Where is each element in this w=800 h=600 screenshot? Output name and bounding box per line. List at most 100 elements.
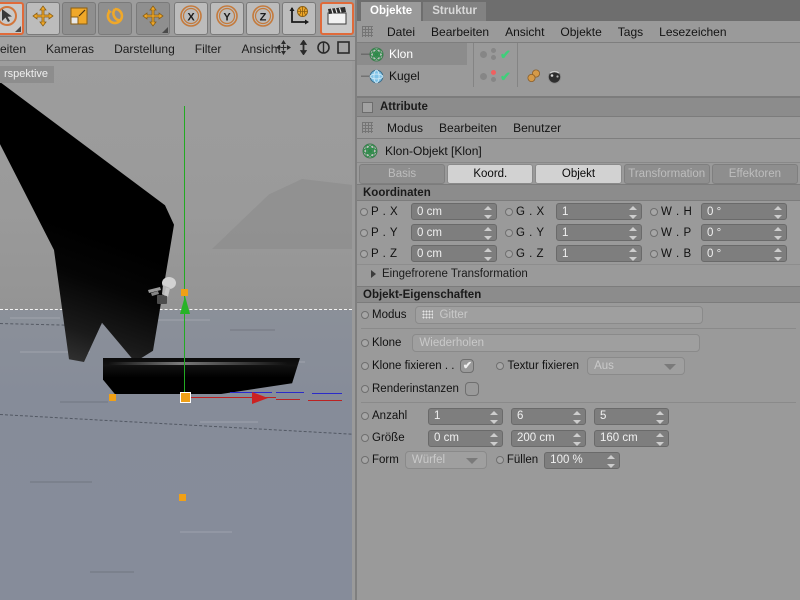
axis-y-arrow[interactable]: [180, 296, 190, 314]
menu-grip-handle[interactable]: [362, 122, 373, 133]
spinner-position-z[interactable]: [484, 248, 492, 261]
objmenu-datei[interactable]: Datei: [379, 25, 423, 39]
editor-visibility-dot[interactable]: [480, 50, 487, 58]
tool-flyout-corner[interactable]: [162, 26, 168, 33]
spinner-anzahl-z[interactable]: [656, 410, 664, 424]
rotate-icon[interactable]: [316, 40, 331, 55]
dropdown-form[interactable]: Würfel: [404, 451, 487, 469]
param-radio-klone[interactable]: [361, 338, 369, 347]
param-radio-gx[interactable]: [505, 207, 513, 216]
scale-tool-button[interactable]: [62, 1, 96, 35]
selection-tool-button[interactable]: [0, 1, 24, 35]
field-rotation-b[interactable]: 0 °: [701, 245, 787, 262]
param-radio-pz[interactable]: [360, 249, 368, 258]
world-coordinates-button[interactable]: [282, 1, 316, 35]
rotate-tool-button[interactable]: [98, 1, 132, 35]
objmenu-ansicht[interactable]: Ansicht: [497, 25, 552, 39]
attrmenu-modus[interactable]: Modus: [379, 121, 431, 135]
field-fuellen[interactable]: 100 %: [544, 451, 621, 469]
axis-x-arrow[interactable]: [252, 392, 268, 404]
spinner-size-z[interactable]: [629, 248, 637, 261]
field-anzahl-z[interactable]: 5: [594, 407, 669, 425]
clone-point-handle[interactable]: [109, 394, 116, 401]
perspective-viewport[interactable]: rspektive: [0, 61, 352, 600]
attr-tab-basis[interactable]: Basis: [359, 164, 446, 184]
tree-name-zone[interactable]: — Kugel: [357, 65, 467, 87]
attrmenu-benutzer[interactable]: Benutzer: [505, 121, 569, 135]
render-dot-bottom[interactable]: [491, 55, 496, 60]
spinner-position-y[interactable]: [484, 227, 492, 240]
spinner-rotation-b[interactable]: [774, 248, 782, 261]
param-radio-textur-fixieren[interactable]: [496, 361, 505, 370]
move-tool-2-button[interactable]: [136, 1, 170, 35]
tree-visibility-dots[interactable]: ✔: [473, 65, 518, 87]
spinner-groesse-x[interactable]: [490, 432, 498, 446]
render-dot-bottom[interactable]: [491, 77, 496, 82]
param-radio-renderinstanzen[interactable]: [361, 384, 369, 393]
attr-tab-objekt[interactable]: Objekt: [535, 164, 622, 184]
field-anzahl-x[interactable]: 1: [428, 407, 503, 425]
viewport-menu-kameras[interactable]: Kameras: [36, 42, 104, 56]
field-size-z[interactable]: 1: [556, 245, 642, 262]
spinner-groesse-y[interactable]: [573, 432, 581, 446]
field-size-y[interactable]: 1: [556, 224, 642, 241]
spinner-anzahl-y[interactable]: [573, 410, 581, 424]
param-radio-modus[interactable]: [361, 310, 369, 319]
axis-z-lock-button[interactable]: Z: [246, 1, 280, 35]
checkbox-klone-fixieren[interactable]: ✔: [460, 358, 475, 373]
spinner-size-y[interactable]: [629, 227, 637, 240]
field-rotation-p[interactable]: 0 °: [701, 224, 787, 241]
viewport-menu-bearbeiten[interactable]: eiten: [0, 42, 36, 56]
dynamics-tag-icon[interactable]: [546, 68, 562, 84]
param-radio-fuellen[interactable]: [495, 456, 504, 464]
clone-point-handle[interactable]: [179, 494, 186, 501]
attr-tab-koord[interactable]: Koord.: [447, 164, 534, 184]
render-dot-top[interactable]: [491, 48, 496, 53]
field-groesse-x[interactable]: 0 cm: [428, 429, 503, 447]
param-radio-gy[interactable]: [505, 228, 513, 237]
spinner-rotation-h[interactable]: [774, 206, 782, 219]
tree-visibility-dots[interactable]: ✔: [473, 43, 518, 65]
spinner-rotation-p[interactable]: [774, 227, 782, 240]
material-tag-icon[interactable]: [526, 68, 542, 84]
dropdown-modus[interactable]: Gitter: [414, 305, 703, 324]
field-size-x[interactable]: 1: [556, 203, 642, 220]
spinner-anzahl-x[interactable]: [490, 410, 498, 424]
render-visibility-dots[interactable]: [491, 70, 496, 82]
param-radio-wp[interactable]: [650, 228, 658, 237]
field-groesse-y[interactable]: 200 cm: [511, 429, 586, 447]
move-tool-button[interactable]: [26, 1, 60, 35]
render-visibility-dots[interactable]: [491, 48, 496, 60]
menu-grip-handle[interactable]: [362, 26, 373, 37]
field-position-x[interactable]: 0 cm: [411, 203, 497, 220]
panel-collapse-box[interactable]: [362, 101, 373, 113]
spinner-position-x[interactable]: [484, 206, 492, 219]
axis-y-lock-button[interactable]: Y: [210, 1, 244, 35]
enabled-check-icon[interactable]: ✔: [500, 48, 511, 61]
param-radio-wb[interactable]: [650, 249, 658, 258]
dropdown-klone[interactable]: Wiederholen: [412, 333, 701, 352]
editor-visibility-dot[interactable]: [480, 72, 487, 80]
axis-y-handle[interactable]: [181, 289, 188, 296]
tab-objekte[interactable]: Objekte: [361, 2, 422, 21]
maximize-icon[interactable]: [336, 40, 351, 55]
object-origin-handle[interactable]: [180, 392, 191, 403]
tree-item-klon[interactable]: — Klon ✔: [357, 43, 800, 65]
param-radio-groesse[interactable]: [361, 434, 369, 442]
param-radio-px[interactable]: [360, 207, 368, 216]
field-anzahl-y[interactable]: 6: [511, 407, 586, 425]
dolly-icon[interactable]: [296, 39, 311, 56]
viewport-menu-filter[interactable]: Filter: [185, 42, 232, 56]
tool-flyout-corner[interactable]: [15, 25, 21, 32]
param-radio-form[interactable]: [361, 456, 369, 464]
param-radio-gz[interactable]: [505, 249, 513, 258]
param-radio-wh[interactable]: [650, 207, 658, 216]
tree-name-zone[interactable]: — Klon: [357, 43, 467, 65]
axis-x-lock-button[interactable]: X: [174, 1, 208, 35]
tab-struktur[interactable]: Struktur: [423, 2, 486, 21]
render-view-button[interactable]: [320, 1, 354, 35]
frozen-transformation-toggle[interactable]: Eingefrorene Transformation: [357, 264, 800, 283]
attr-tab-transformation[interactable]: Transformation: [623, 164, 710, 184]
objmenu-objekte[interactable]: Objekte: [552, 25, 609, 39]
objmenu-tags[interactable]: Tags: [610, 25, 651, 39]
